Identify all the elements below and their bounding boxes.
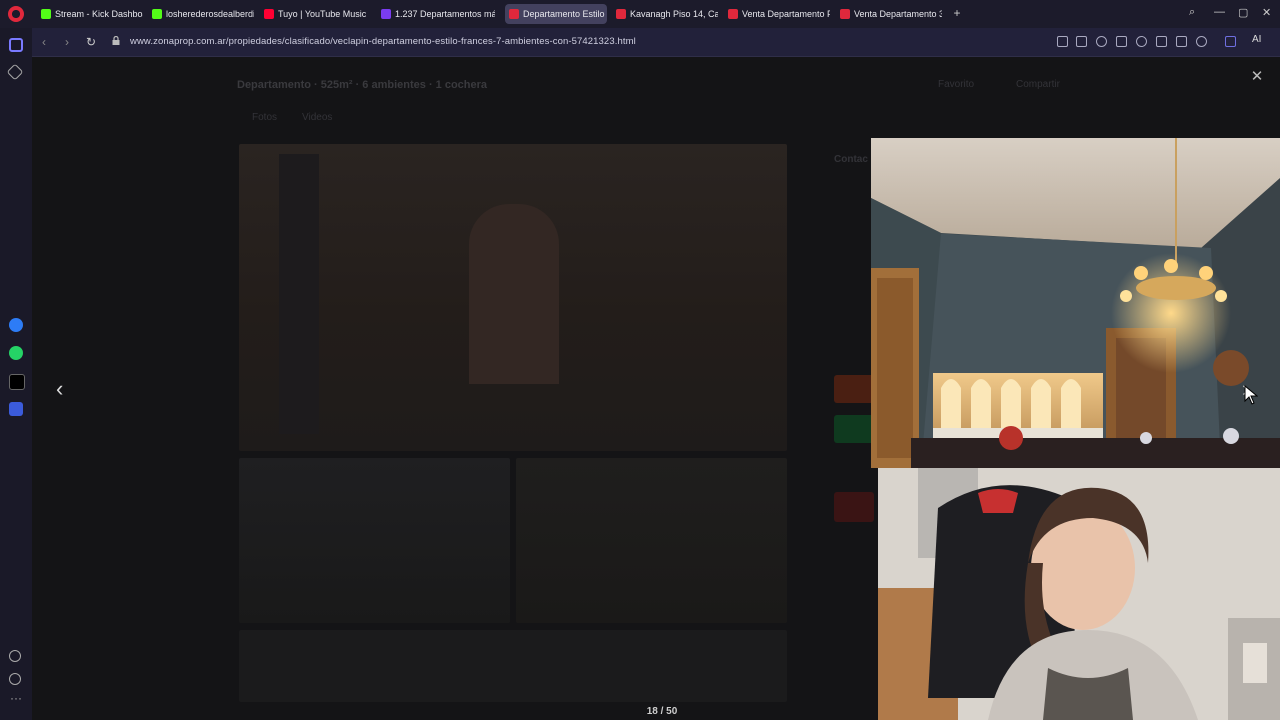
favorite-button[interactable]: Favorito	[938, 79, 974, 90]
heart-icon[interactable]	[9, 650, 21, 662]
heart-icon[interactable]	[1136, 36, 1147, 47]
shield-icon[interactable]	[1096, 36, 1107, 47]
tab-label: Tuyo | YouTube Music	[278, 9, 367, 19]
mouse-cursor-icon	[1244, 385, 1258, 405]
tab-videos[interactable]: Videos	[302, 112, 332, 123]
reload-icon[interactable]: ↻	[86, 35, 96, 49]
tab-favicon-icon	[41, 9, 51, 19]
browser-tab[interactable]: Tuyo | YouTube Music	[260, 4, 370, 24]
home-icon[interactable]	[9, 38, 23, 52]
whatsapp-icon[interactable]	[9, 346, 23, 360]
tab-photos[interactable]: Fotos	[252, 112, 277, 123]
tab-favicon-icon	[616, 9, 626, 19]
browser-tab[interactable]: Departamento Estilo Fran	[505, 4, 607, 24]
tab-label: Departamento Estilo Fran	[523, 9, 607, 19]
tab-favicon-icon	[381, 9, 391, 19]
url-input[interactable]: www.zonaprop.com.ar/propiedades/clasific…	[130, 36, 636, 47]
edit-icon[interactable]	[1057, 36, 1068, 47]
tab-label: losherederosdealberdi	[166, 9, 254, 19]
thumbnail-photo[interactable]	[516, 458, 787, 623]
browser-tab[interactable]: Kavanagh Piso 14, Capital	[612, 4, 718, 24]
tab-favicon-icon	[509, 9, 519, 19]
browser-tab[interactable]: Venta Departamento 3 Am	[836, 4, 942, 24]
back-icon[interactable]: ‹	[42, 35, 46, 49]
download-icon[interactable]	[1156, 36, 1167, 47]
messenger-icon[interactable]	[9, 318, 23, 332]
address-bar: ‹ › ↻ www.zonaprop.com.ar/propiedades/cl…	[0, 28, 1280, 57]
close-window-icon[interactable]: ✕	[1262, 6, 1271, 19]
close-icon[interactable]: ✕	[1250, 69, 1264, 84]
thumbnail-photo[interactable]	[239, 458, 510, 623]
app-icon[interactable]	[9, 402, 23, 416]
tab-label: Venta Departamento 3 Am	[854, 9, 942, 19]
whatsapp-button[interactable]	[834, 415, 874, 443]
ai-button[interactable]: AI	[1252, 34, 1261, 45]
more-icon[interactable]: ···	[9, 692, 23, 708]
webcam-overlay	[878, 468, 1280, 720]
new-tab-icon[interactable]: +	[951, 7, 963, 19]
share-button[interactable]: Compartir	[1016, 79, 1060, 90]
extension-icon[interactable]	[1225, 36, 1236, 47]
thumbnail-photo[interactable]	[239, 630, 787, 702]
tab-label: Venta Departamento Fran	[742, 9, 830, 19]
contact-button[interactable]	[834, 375, 874, 403]
tab-favicon-icon	[152, 9, 162, 19]
browser-logo-icon[interactable]	[8, 6, 24, 22]
contact-heading: Contac	[834, 154, 868, 165]
tab-label: Stream - Kick Dashboard	[55, 9, 143, 19]
x-icon[interactable]	[9, 374, 25, 390]
tab-label: Kavanagh Piso 14, Capital	[630, 9, 718, 19]
chevron-left-icon[interactable]: ‹	[56, 378, 72, 400]
tab-favicon-icon	[840, 9, 850, 19]
tab-favicon-icon	[728, 9, 738, 19]
maximize-icon[interactable]: ▢	[1238, 6, 1248, 19]
browser-tab[interactable]: losherederosdealberdi	[148, 4, 254, 24]
screenshot-icon[interactable]	[1076, 36, 1087, 47]
history-icon[interactable]	[9, 673, 21, 685]
tab-favicon-icon	[264, 9, 274, 19]
main-photo[interactable]	[239, 144, 787, 451]
tab-bar: Stream - Kick Dashboard losherederosdealb…	[0, 0, 1280, 28]
browser-sidebar: ···	[0, 28, 32, 720]
browser-tab[interactable]: Stream - Kick Dashboard	[37, 4, 143, 24]
play-icon[interactable]	[1116, 36, 1127, 47]
gallery-photo	[871, 138, 1280, 468]
tab-label: 1.237 Departamentos má	[395, 9, 495, 19]
browser-tab[interactable]: 1.237 Departamentos má	[377, 4, 495, 24]
minimize-icon[interactable]: —	[1214, 6, 1225, 18]
listing-title: Departamento · 525m² · 6 ambientes · 1 c…	[237, 79, 488, 91]
star-icon[interactable]	[6, 63, 24, 81]
gallery-counter: 18 / 50	[646, 706, 678, 717]
menu-icon[interactable]	[1176, 36, 1187, 47]
lock-icon	[112, 36, 120, 45]
browser-tab[interactable]: Venta Departamento Fran	[724, 4, 830, 24]
forward-icon[interactable]: ›	[65, 35, 69, 49]
promo-banner	[834, 492, 874, 522]
profile-icon[interactable]	[1196, 36, 1207, 47]
search-tabs-icon[interactable]: ⌕	[1189, 6, 1195, 19]
